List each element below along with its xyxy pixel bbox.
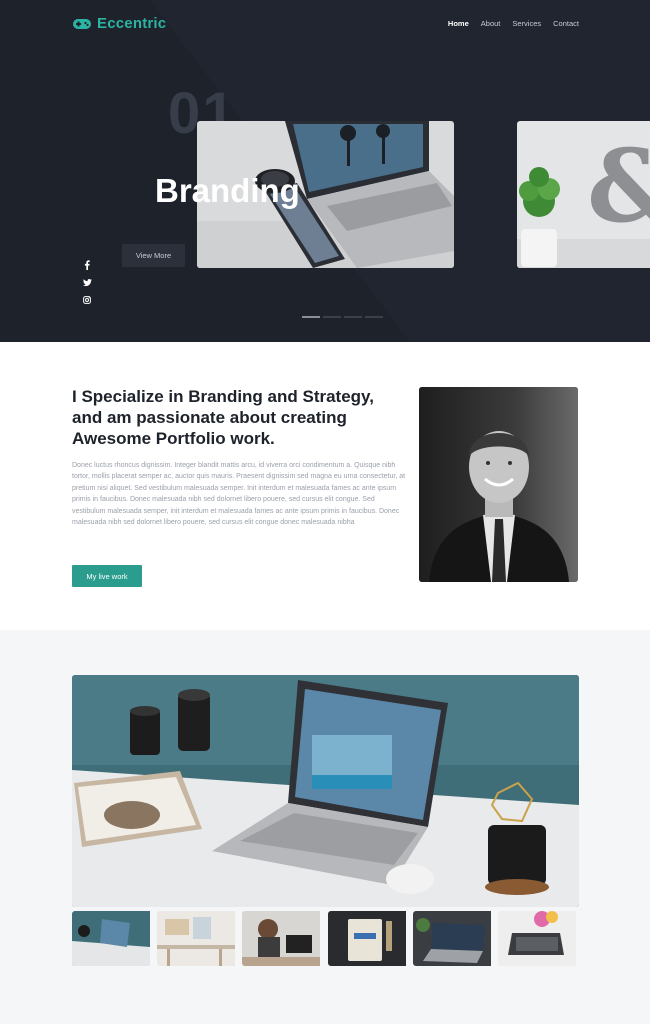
gallery-thumb[interactable]	[72, 911, 153, 966]
svg-text:&: &	[587, 127, 650, 245]
view-more-button[interactable]: View More	[122, 244, 185, 267]
nav-link-services[interactable]: Services	[512, 19, 541, 28]
slider-dot[interactable]	[302, 316, 320, 318]
brand-name: Eccentric	[97, 15, 167, 32]
gallery-thumb[interactable]	[157, 911, 238, 966]
gallery-thumb[interactable]	[497, 911, 579, 966]
nav-link-about[interactable]: About	[481, 19, 501, 28]
facebook-icon[interactable]	[81, 259, 93, 271]
nav-link-home[interactable]: Home	[448, 19, 469, 28]
twitter-icon[interactable]	[81, 277, 93, 289]
nav-menu: Home About Services Contact	[436, 19, 579, 28]
about-text: Donec luctus rhoncus dignissim. Integer …	[72, 462, 406, 527]
instagram-icon[interactable]	[81, 294, 93, 306]
gamepad-icon	[73, 18, 91, 29]
hero-section: Eccentric Home About Services Contact 01	[0, 0, 650, 342]
about-section: I Specialize in Branding and Strategy, a…	[0, 342, 650, 630]
about-title: I Specialize in Branding and Strategy, a…	[72, 387, 374, 448]
slider-dot[interactable]	[365, 316, 383, 318]
my-live-work-button[interactable]: My live work	[72, 565, 142, 587]
portrait-photo	[419, 387, 578, 582]
brand-logo[interactable]: Eccentric	[72, 15, 166, 32]
gallery-thumb[interactable]	[412, 911, 494, 966]
nav-link-contact[interactable]: Contact	[553, 19, 579, 28]
gallery-main-image[interactable]	[72, 675, 579, 907]
slider-dot[interactable]	[344, 316, 362, 318]
slider-pagination	[302, 316, 383, 318]
top-nav: Eccentric Home About Services Contact	[72, 14, 579, 36]
gallery-section	[0, 630, 650, 1024]
gallery-thumb[interactable]	[327, 911, 409, 966]
slide-image-ampersand[interactable]: &	[517, 121, 650, 268]
gallery-thumb[interactable]	[242, 911, 323, 966]
gallery-thumbnails	[72, 911, 579, 966]
slider-dot[interactable]	[323, 316, 341, 318]
slide-title: Branding	[155, 172, 300, 209]
